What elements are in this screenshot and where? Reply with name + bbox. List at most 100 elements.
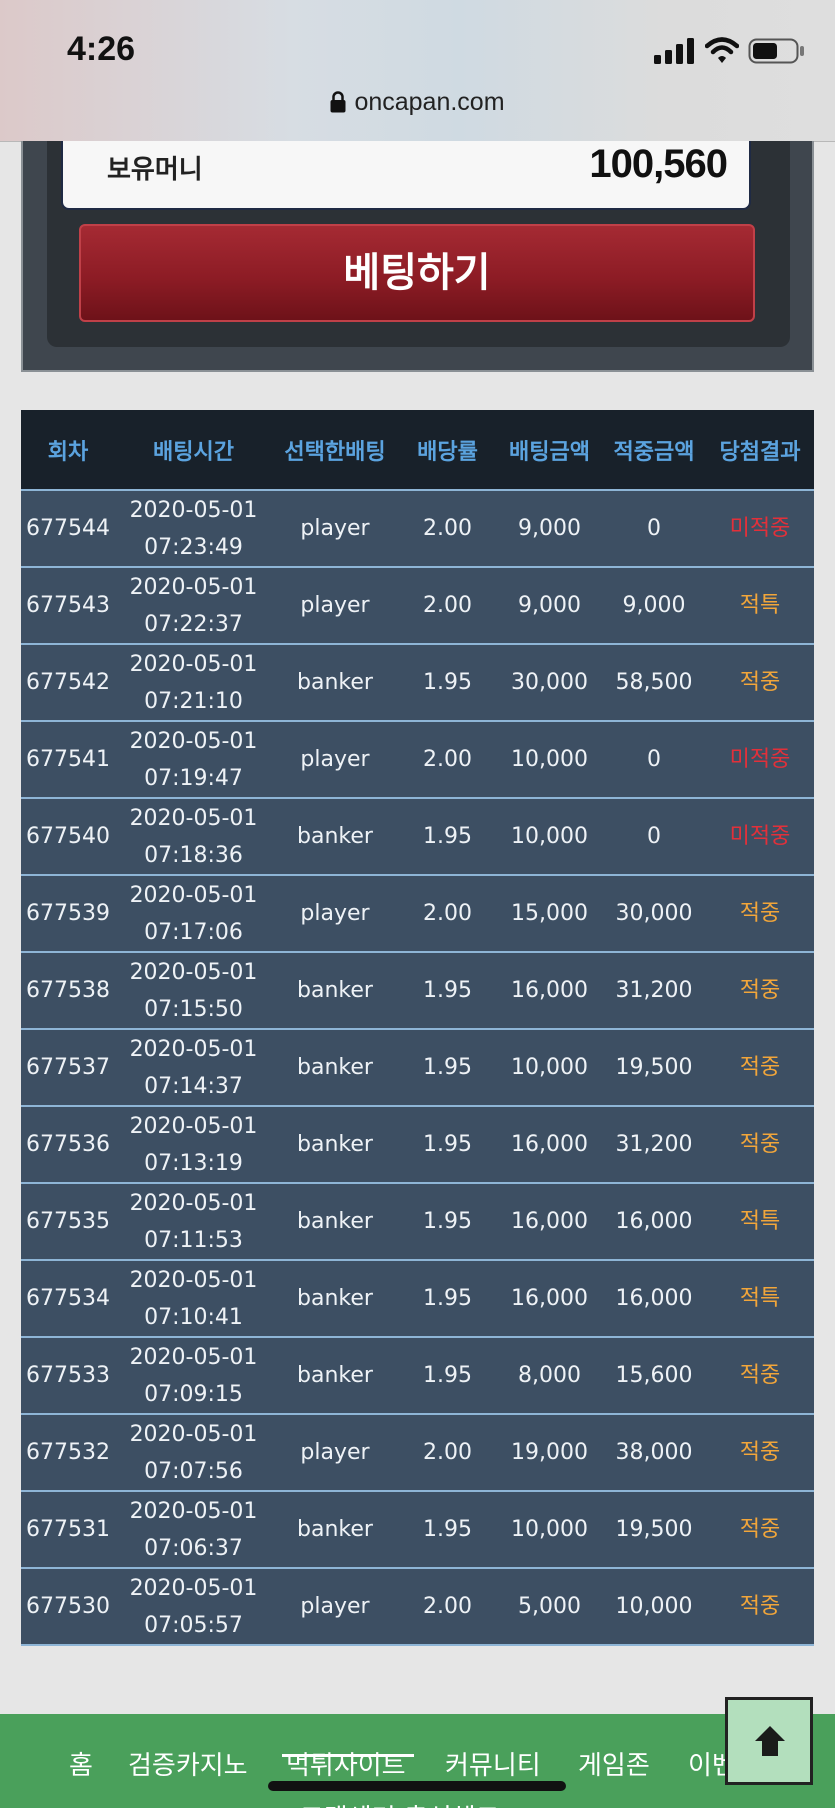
payout-cell: 0 [602,798,706,876]
round-cell: 677541 [21,721,115,799]
bet-time: 07:06:37 [144,1535,243,1561]
bet-time: 07:11:53 [144,1227,243,1253]
table-row: 677533 2020-05-01 07:09:15 banker 1.95 8,000 1… [21,1337,814,1415]
bet-time: 07:17:06 [144,919,243,945]
result-cell: 적중 [706,1029,814,1107]
bet-amount-cell: 9,000 [497,567,602,645]
choice-cell: player [272,490,398,568]
payout-cell: 31,200 [602,952,706,1030]
bet-time: 07:09:15 [144,1381,243,1407]
choice-cell: banker [272,1106,398,1184]
payout-cell: 19,500 [602,1491,706,1569]
signal-icon [654,38,694,64]
result-cell: 적중 [706,1337,814,1415]
balance-label: 보유머니 [107,155,203,185]
choice-cell: player [272,721,398,799]
choice-cell: banker [272,1260,398,1338]
nav-item[interactable]: 커뮤니티 [445,1745,541,1782]
payout-cell: 58,500 [602,644,706,722]
payout-cell: 30,000 [602,875,706,953]
bet-date: 2020-05-01 [129,1190,258,1216]
bet-date: 2020-05-01 [129,805,258,831]
bet-date: 2020-05-01 [129,1036,258,1062]
choice-cell: banker [272,1491,398,1569]
choice-cell: banker [272,1183,398,1261]
result-cell: 적중 [706,1568,814,1646]
bet-time: 07:23:49 [144,534,243,560]
payout-cell: 10,000 [602,1568,706,1646]
result-cell: 적중 [706,1414,814,1492]
bet-date: 2020-05-01 [129,1113,258,1139]
bet-date: 2020-05-01 [129,1267,258,1293]
betting-history-table: 회차 배팅시간 선택한배팅 배당률 배팅금액 적중금액 당첨결과 677544 2… [21,410,814,1646]
round-cell: 677544 [21,490,115,568]
result-cell: 적중 [706,644,814,722]
choice-cell: banker [272,1029,398,1107]
odds-cell: 1.95 [398,1260,497,1338]
table-row: 677531 2020-05-01 07:06:37 banker 1.95 10,000… [21,1491,814,1569]
round-cell: 677539 [21,875,115,953]
place-bet-button[interactable]: 베팅하기 [79,224,755,322]
bet-time-cell: 2020-05-01 07:13:19 [115,1106,272,1184]
nav-row: 홈 검증카지노 먹튀사이트 커뮤니티 게임존 이벤트 [0,1745,835,1785]
result-cell: 적중 [706,952,814,1030]
round-cell: 677537 [21,1029,115,1107]
nav-item[interactable]: 먹튀사이트 [286,1745,406,1782]
bet-time-cell: 2020-05-01 07:09:15 [115,1337,272,1415]
bet-time-cell: 2020-05-01 07:17:06 [115,875,272,953]
round-cell: 677530 [21,1568,115,1646]
bet-amount-cell: 10,000 [497,1029,602,1107]
lock-icon [330,91,346,113]
bet-amount-cell: 8,000 [497,1337,602,1415]
header-result: 당첨결과 [706,410,814,491]
bet-time: 07:13:19 [144,1150,243,1176]
nav-item[interactable]: 검증카지노 [128,1745,248,1782]
odds-cell: 2.00 [398,567,497,645]
bet-date: 2020-05-01 [129,1344,258,1370]
table-header-row: 회차 배팅시간 선택한배팅 배당률 배팅금액 적중금액 당첨결과 [21,410,814,491]
bet-amount-cell: 16,000 [497,1183,602,1261]
odds-cell: 2.00 [398,721,497,799]
active-nav-underline [282,1754,414,1757]
bet-time-cell: 2020-05-01 07:07:56 [115,1414,272,1492]
header-bet-time: 배팅시간 [115,410,272,491]
table-row: 677536 2020-05-01 07:13:19 banker 1.95 16,000… [21,1106,814,1184]
scroll-to-top-button[interactable] [725,1697,813,1785]
browser-top-bar: 4:26 oncapan.com [0,0,835,141]
odds-cell: 1.95 [398,644,497,722]
table-row: 677538 2020-05-01 07:15:50 banker 1.95 16,000… [21,952,814,1030]
bet-amount-cell: 16,000 [497,952,602,1030]
odds-cell: 2.00 [398,875,497,953]
table-body: 677544 2020-05-01 07:23:49 player 2.00 9,000 0… [21,490,814,1646]
nav-row-second: 고객센터 출석체크 [300,1798,500,1808]
bet-time-cell: 2020-05-01 07:22:37 [115,567,272,645]
bet-date: 2020-05-01 [129,1498,258,1524]
round-cell: 677540 [21,798,115,876]
odds-cell: 1.95 [398,1106,497,1184]
bet-date: 2020-05-01 [129,728,258,754]
round-cell: 677535 [21,1183,115,1261]
choice-cell: banker [272,952,398,1030]
result-cell: 적중 [706,1491,814,1569]
bet-time: 07:10:41 [144,1304,243,1330]
bet-amount-cell: 10,000 [497,798,602,876]
wifi-icon [705,37,739,63]
bet-time-cell: 2020-05-01 07:10:41 [115,1260,272,1338]
header-payout: 적중금액 [602,410,706,491]
table-row: 677544 2020-05-01 07:23:49 player 2.00 9,000 0… [21,490,814,568]
bet-date: 2020-05-01 [129,651,258,677]
arrow-up-icon [755,1726,785,1756]
table-row: 677539 2020-05-01 07:17:06 player 2.00 15,000… [21,875,814,953]
table-row: 677543 2020-05-01 07:22:37 player 2.00 9,000 9… [21,567,814,645]
choice-cell: player [272,567,398,645]
table-row: 677541 2020-05-01 07:19:47 player 2.00 10,000… [21,721,814,799]
result-cell: 미적중 [706,798,814,876]
payout-cell: 9,000 [602,567,706,645]
address-bar[interactable]: oncapan.com [0,88,835,117]
bet-amount-cell: 30,000 [497,644,602,722]
nav-item[interactable]: 홈 [69,1745,93,1782]
bet-time: 07:18:36 [144,842,243,868]
result-cell: 미적중 [706,721,814,799]
nav-item[interactable]: 게임존 [578,1745,650,1782]
odds-cell: 1.95 [398,952,497,1030]
